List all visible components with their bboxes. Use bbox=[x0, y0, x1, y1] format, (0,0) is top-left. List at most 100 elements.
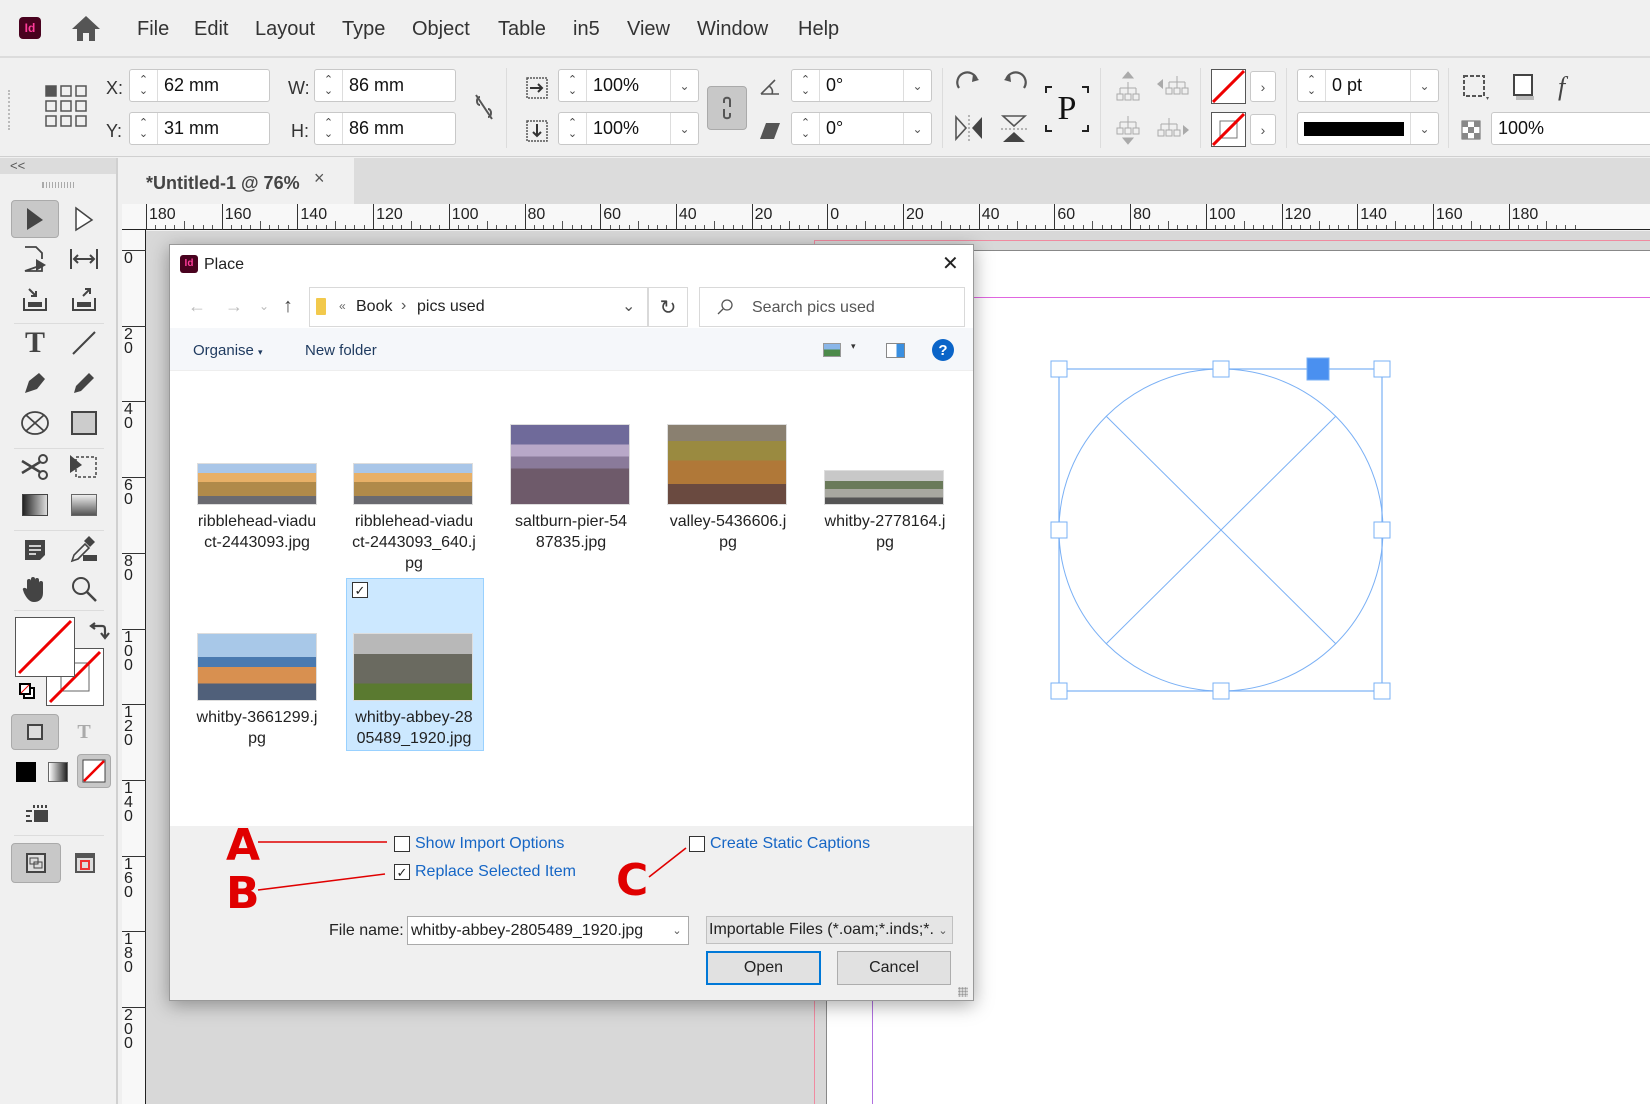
resize-handle-top[interactable] bbox=[1212, 360, 1230, 378]
replace-selected-item-label[interactable]: Replace Selected Item bbox=[415, 863, 576, 881]
forward-arrow-icon[interactable]: → bbox=[225, 296, 243, 317]
rotation-field[interactable]: ⌃ ⌄ 0° ⌄ bbox=[791, 69, 932, 102]
panel-grip[interactable] bbox=[42, 182, 74, 188]
hand-tool[interactable] bbox=[11, 570, 59, 608]
stroke-weight-dropdown[interactable]: ⌄ bbox=[1410, 70, 1438, 101]
rotation-stepper[interactable]: ⌃ ⌄ bbox=[792, 70, 820, 101]
screen-mode-icon[interactable] bbox=[24, 803, 50, 825]
gap-tool[interactable] bbox=[60, 240, 108, 278]
menu-window[interactable]: Window bbox=[697, 18, 768, 41]
file-name[interactable]: valley-5436606.j pg bbox=[658, 511, 798, 553]
panel-grip[interactable] bbox=[8, 90, 12, 130]
replace-selected-item-option[interactable]: ✓ Replace Selected Item bbox=[394, 863, 576, 881]
address-bar[interactable]: « Book › pics used ⌄ bbox=[309, 287, 648, 327]
effects-fx-icon[interactable]: f bbox=[1558, 72, 1565, 102]
page-tool[interactable] bbox=[11, 240, 59, 278]
menu-edit[interactable]: Edit bbox=[194, 18, 228, 41]
rotation-dropdown[interactable]: ⌄ bbox=[903, 70, 931, 101]
file-name[interactable]: whitby-3661299.j pg bbox=[187, 707, 327, 749]
stroke-type-dropdown[interactable]: ⌄ bbox=[1410, 113, 1438, 144]
stroke-swatch-menu-button[interactable]: › bbox=[1250, 114, 1276, 145]
path-overflow[interactable]: « bbox=[339, 299, 346, 313]
resize-handle-right[interactable] bbox=[1373, 521, 1391, 539]
close-tab-icon[interactable]: × bbox=[314, 168, 325, 189]
file-name[interactable]: whitby-abbey-28 05489_1920.jpg bbox=[344, 707, 484, 749]
resize-handle-bottom-right[interactable] bbox=[1373, 682, 1391, 700]
breadcrumb-pics-used[interactable]: pics used bbox=[417, 298, 485, 316]
file-thumbnail[interactable] bbox=[197, 633, 317, 701]
replace-selected-item-checkbox[interactable]: ✓ bbox=[394, 864, 410, 880]
resize-handle-bottom-left[interactable] bbox=[1050, 682, 1068, 700]
ellipse-frame-tool[interactable] bbox=[11, 404, 59, 442]
gradient-swatch-tool[interactable] bbox=[11, 486, 59, 524]
type-tool[interactable]: T bbox=[11, 324, 59, 362]
menu-file[interactable]: File bbox=[137, 18, 169, 41]
scale-x-dropdown[interactable]: ⌄ bbox=[670, 70, 698, 101]
stroke-weight-value[interactable]: 0 pt bbox=[1326, 75, 1410, 96]
file-name[interactable]: whitby-2778164.j pg bbox=[815, 511, 955, 553]
h-stepper[interactable]: ⌃ ⌄ bbox=[315, 113, 343, 144]
new-folder-button[interactable]: New folder bbox=[305, 342, 377, 359]
formatting-affects-text[interactable]: T bbox=[60, 714, 108, 750]
shear-dropdown[interactable]: ⌄ bbox=[903, 113, 931, 144]
rotate-clockwise-icon[interactable] bbox=[953, 70, 985, 102]
file-name[interactable]: ribblehead-viadu ct-2443093.jpg bbox=[187, 511, 327, 553]
scale-y-field[interactable]: ⌃ ⌄ 100% ⌄ bbox=[558, 112, 699, 145]
file-thumbnail[interactable] bbox=[824, 470, 944, 505]
document-tab[interactable]: *Untitled-1 @ 76% × bbox=[122, 158, 354, 204]
menu-object[interactable]: Object bbox=[412, 18, 470, 41]
select-content-icon[interactable] bbox=[1115, 114, 1141, 146]
file-name-value[interactable]: whitby-abbey-2805489_1920.jpg bbox=[408, 922, 666, 940]
file-thumbnail[interactable] bbox=[197, 463, 317, 505]
cancel-button[interactable]: Cancel bbox=[837, 951, 951, 985]
w-field[interactable]: ⌃ ⌄ 86 mm bbox=[314, 69, 456, 102]
content-collector-tool[interactable] bbox=[11, 280, 59, 318]
apply-gradient-button[interactable] bbox=[48, 762, 68, 782]
create-static-captions-option[interactable]: Create Static Captions bbox=[689, 835, 870, 853]
file-thumbnail[interactable] bbox=[667, 424, 787, 505]
scale-y-dropdown[interactable]: ⌄ bbox=[670, 113, 698, 144]
constrain-scale-link-button[interactable] bbox=[707, 86, 747, 130]
menu-help[interactable]: Help bbox=[798, 18, 839, 41]
file-name[interactable]: saltburn-pier-54 87835.jpg bbox=[501, 511, 641, 553]
vertical-ruler[interactable]: 0 2 0 4 0 6 0 8 0 1 0 0 1 2 0 1 4 0 1 6 0 1 8 0 2 … bbox=[122, 230, 146, 1104]
file-type-value[interactable]: Importable Files (*.oam;*.inds;*.i bbox=[707, 921, 934, 939]
file-thumbnail[interactable] bbox=[353, 633, 473, 701]
create-static-captions-label[interactable]: Create Static Captions bbox=[710, 835, 870, 853]
file-thumbnail[interactable] bbox=[353, 463, 473, 505]
file-type-dropdown-icon[interactable]: ⌄ bbox=[934, 924, 952, 937]
gradient-feather-tool[interactable] bbox=[60, 486, 108, 524]
constrain-proportions-unlinked-icon[interactable] bbox=[472, 93, 496, 121]
search-placeholder[interactable]: Search pics used bbox=[752, 299, 875, 317]
show-import-options-option[interactable]: Show Import Options bbox=[394, 835, 564, 853]
corner-options-icon[interactable] bbox=[1461, 73, 1491, 101]
document-tab-title[interactable]: *Untitled-1 @ 76% bbox=[146, 173, 300, 194]
menu-type[interactable]: Type bbox=[342, 18, 385, 41]
w-value[interactable]: 86 mm bbox=[343, 75, 455, 96]
breadcrumb-book[interactable]: Book bbox=[356, 298, 392, 316]
x-field[interactable]: ⌃ ⌄ 62 mm bbox=[129, 69, 270, 102]
file-item-select-checkbox[interactable]: ✓ bbox=[352, 582, 368, 598]
zoom-tool[interactable] bbox=[60, 570, 108, 608]
recent-locations-chevron-icon[interactable]: ⌄ bbox=[259, 299, 269, 313]
resize-handle-bottom[interactable] bbox=[1212, 682, 1230, 700]
horizontal-ruler[interactable]: 180 160 140 120 100 80 60 40 20 0 20 40 60 80 100 120 14… bbox=[122, 204, 1650, 230]
rectangle-tool[interactable] bbox=[60, 404, 108, 442]
change-view-icon[interactable] bbox=[823, 343, 841, 357]
menu-layout[interactable]: Layout bbox=[255, 18, 315, 41]
y-field[interactable]: ⌃ ⌄ 31 mm bbox=[129, 112, 270, 145]
resize-grip[interactable] bbox=[958, 987, 968, 997]
show-import-options-checkbox[interactable] bbox=[394, 836, 410, 852]
refresh-button[interactable]: ↻ bbox=[648, 287, 688, 327]
stroke-weight-field[interactable]: ⌃ ⌄ 0 pt ⌄ bbox=[1297, 69, 1439, 102]
resize-handle-top-right[interactable] bbox=[1373, 360, 1391, 378]
file-name[interactable]: ribblehead-viadu ct-2443093_640.j pg bbox=[344, 511, 484, 574]
apply-none-button[interactable] bbox=[77, 754, 111, 788]
preview-mode-button[interactable] bbox=[60, 843, 110, 883]
file-name-input[interactable]: whitby-abbey-2805489_1920.jpg ⌄ bbox=[407, 916, 689, 945]
proxy-p-icon[interactable]: P bbox=[1044, 85, 1090, 133]
menu-view[interactable]: View bbox=[627, 18, 670, 41]
open-button[interactable]: Open bbox=[706, 951, 821, 985]
opacity-value[interactable]: 100% bbox=[1492, 118, 1650, 139]
selection-tool[interactable] bbox=[11, 200, 59, 238]
